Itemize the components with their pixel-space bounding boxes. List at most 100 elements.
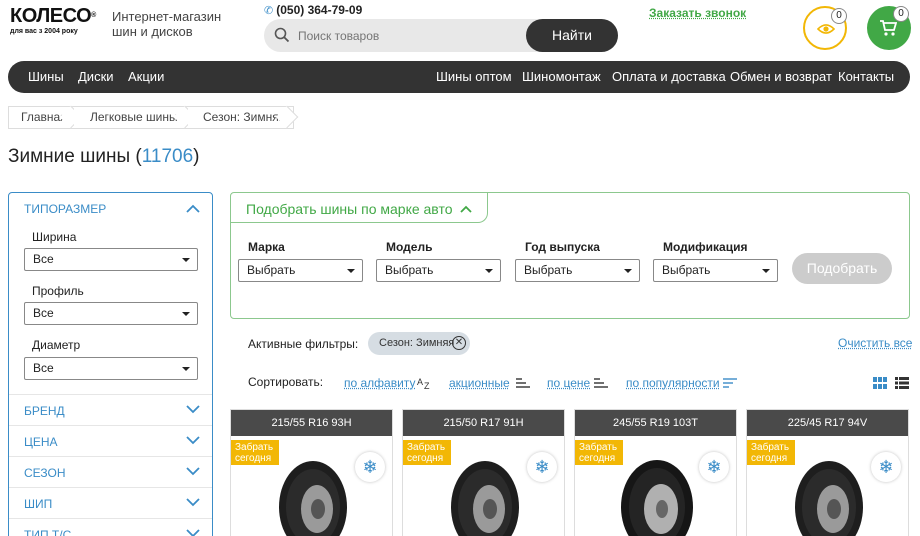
sort-promo[interactable]: акционные	[449, 376, 510, 390]
diameter-label: Диаметр	[32, 338, 81, 352]
snowflake-icon: ❄	[355, 452, 385, 482]
filter-section-season[interactable]: СЕЗОН	[24, 466, 66, 480]
search-input[interactable]	[298, 19, 518, 52]
divider	[9, 518, 212, 519]
logo-registered-mark: ®	[91, 12, 96, 19]
cart-count-badge: 0	[893, 6, 909, 22]
product-card[interactable]: 215/50 R17 91H Забрать сегодня ❄	[402, 409, 565, 536]
modification-label: Модификация	[663, 240, 748, 254]
nav-item-exchange-return[interactable]: Обмен и возврат	[730, 61, 832, 93]
filter-section-brand[interactable]: БРЕНД	[24, 404, 65, 418]
sort-alphabet[interactable]: по алфавиту	[344, 376, 415, 390]
model-label: Модель	[386, 240, 433, 254]
filter-section-price[interactable]: ЦЕНА	[24, 435, 58, 449]
viewed-count-badge: 0	[831, 8, 847, 24]
product-size: 225/45 R17 94V	[747, 410, 908, 436]
svg-text:Z: Z	[424, 381, 430, 389]
nav-item-contacts[interactable]: Контакты	[838, 61, 894, 93]
chevron-down-icon[interactable]	[186, 498, 200, 507]
nav-item-tire-fitting[interactable]: Шиномонтаж	[522, 61, 601, 93]
cart-button[interactable]: 0	[867, 6, 911, 50]
filter-section-vehicle-type[interactable]: ТИП Т/С	[24, 528, 71, 536]
nav-item-wholesale[interactable]: Шины оптом	[436, 61, 512, 93]
phone-link[interactable]: ✆ (050) 364-79-09	[264, 3, 362, 17]
caret-down-icon	[762, 269, 770, 273]
width-label: Ширина	[32, 230, 77, 244]
chevron-up-icon[interactable]	[186, 204, 200, 213]
phone-number: (050) 364-79-09	[276, 3, 363, 17]
product-card[interactable]: 245/55 R19 103T Забрать сегодня ❄	[574, 409, 737, 536]
product-size: 245/55 R19 103T	[575, 410, 736, 436]
sort-label: Сортировать:	[248, 375, 324, 389]
sort-lines-icon	[516, 378, 530, 388]
sort-popularity[interactable]: по популярности	[626, 376, 720, 390]
chevron-down-icon[interactable]	[186, 467, 200, 476]
page-title: Зимние шины (11706)	[8, 146, 199, 168]
promo-label: Забрать сегодня	[231, 440, 279, 465]
make-select[interactable]: Выбрать	[238, 259, 363, 282]
logo-subtitle: для вас з 2004 року	[10, 28, 78, 35]
store-tagline: Интернет-магазин шин и дисков	[112, 9, 221, 39]
caret-down-icon	[347, 269, 355, 273]
divider	[9, 425, 212, 426]
caret-down-icon	[485, 269, 493, 273]
search-icon	[274, 27, 290, 43]
logo-text: КОЛЕСО	[10, 5, 92, 27]
snowflake-icon: ❄	[699, 452, 729, 482]
make-select-value: Выбрать	[247, 263, 296, 277]
remove-filter-icon[interactable]: ✕	[452, 336, 466, 350]
sort-lines-icon	[594, 378, 608, 388]
chevron-down-icon[interactable]	[186, 529, 200, 536]
tire-image	[451, 461, 519, 536]
picker-title: Подобрать шины по марке авто	[246, 201, 453, 217]
sort-az-icon: AZ	[417, 377, 430, 389]
cart-icon	[880, 20, 897, 36]
width-select-value: Все	[33, 252, 54, 266]
eye-icon	[817, 24, 835, 34]
year-select[interactable]: Выбрать	[515, 259, 640, 282]
nav-item-tires[interactable]: Шины	[28, 61, 64, 93]
product-size: 215/50 R17 91H	[403, 410, 564, 436]
filter-section-studs[interactable]: ШИП	[24, 497, 52, 511]
year-select-value: Выбрать	[524, 263, 573, 277]
caret-down-icon	[182, 258, 190, 262]
clear-all-filters-link[interactable]: Очистить все	[838, 336, 912, 350]
chevron-down-icon[interactable]	[186, 405, 200, 414]
snowflake-icon: ❄	[871, 452, 901, 482]
divider	[9, 487, 212, 488]
promo-label: Забрать сегодня	[575, 440, 623, 465]
model-select-value: Выбрать	[385, 263, 434, 277]
product-card[interactable]: 215/55 R16 93H Забрать сегодня ❄	[230, 409, 393, 536]
sort-price[interactable]: по цене	[547, 376, 590, 390]
modification-select[interactable]: Выбрать	[653, 259, 778, 282]
profile-label: Профиль	[32, 284, 84, 298]
nav-item-payment-delivery[interactable]: Оплата и доставка	[612, 61, 726, 93]
filter-section-size[interactable]: ТИПОРАЗМЕР	[24, 202, 106, 216]
caret-down-icon	[182, 367, 190, 371]
tire-image	[795, 461, 863, 536]
modification-select-value: Выбрать	[662, 263, 711, 277]
phone-icon: ✆	[264, 5, 274, 17]
product-size: 215/55 R16 93H	[231, 410, 392, 436]
tire-image	[279, 461, 347, 536]
product-card[interactable]: 225/45 R17 94V Забрать сегодня ❄	[746, 409, 909, 536]
nav-item-wheels[interactable]: Диски	[78, 61, 114, 93]
search-bar: Найти	[264, 19, 618, 52]
divider	[9, 456, 212, 457]
picker-tab[interactable]: Подобрать шины по марке авто	[231, 193, 488, 223]
callback-link[interactable]: Заказать звонок	[649, 6, 746, 20]
model-select[interactable]: Выбрать	[376, 259, 501, 282]
logo[interactable]: КОЛЕСО® для вас з 2004 року	[10, 6, 104, 40]
diameter-select[interactable]: Все	[24, 357, 198, 380]
profile-select[interactable]: Все	[24, 302, 198, 325]
make-label: Марка	[248, 240, 285, 254]
promo-label: Забрать сегодня	[747, 440, 795, 465]
width-select[interactable]: Все	[24, 248, 198, 271]
nav-item-promotions[interactable]: Акции	[128, 61, 164, 93]
chevron-down-icon[interactable]	[186, 436, 200, 445]
pick-button[interactable]: Подобрать	[792, 253, 892, 284]
viewed-products-button[interactable]: 0	[803, 6, 847, 50]
grid-view-icon[interactable]	[873, 377, 887, 389]
search-button[interactable]: Найти	[526, 19, 618, 52]
list-view-icon[interactable]	[895, 377, 909, 389]
